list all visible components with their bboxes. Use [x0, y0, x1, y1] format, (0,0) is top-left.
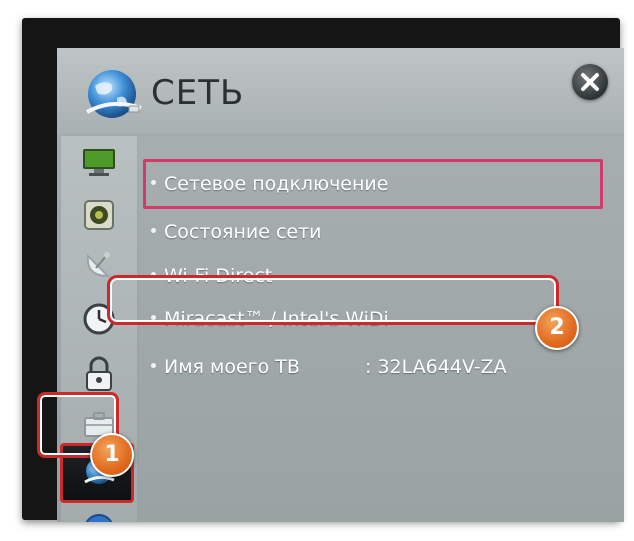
menu-item-network-connection[interactable]: Сетевое подключение: [151, 173, 388, 205]
close-icon: [581, 73, 599, 91]
monitor-icon: [83, 149, 115, 176]
sidebar-item-support[interactable]: ?: [61, 504, 137, 522]
menu-item-label: Состояние сети: [164, 221, 322, 243]
lock-icon: [86, 356, 112, 391]
speaker-icon: [84, 200, 114, 230]
bullet: [151, 363, 156, 368]
close-button[interactable]: [572, 64, 608, 100]
menu-item-network-status[interactable]: Состояние сети: [151, 221, 322, 253]
bullet: [151, 180, 156, 185]
sidebar-item-sound[interactable]: [61, 190, 137, 242]
sidebar-item-picture[interactable]: [61, 140, 137, 192]
callout-highlight-2: [107, 275, 559, 325]
step-badge-2: 2: [535, 306, 579, 350]
bullet: [151, 228, 156, 233]
tv-name-value: : 32LA644V-ZA: [365, 356, 507, 378]
network-globe-icon: [86, 70, 142, 118]
menu-item-tv-name[interactable]: Имя моего ТВ: [151, 356, 300, 388]
menu-item-label: Имя моего ТВ: [164, 356, 300, 378]
header: СЕТЬ: [57, 48, 624, 134]
page-title: СЕТЬ: [151, 73, 245, 113]
step-badge-1: 1: [90, 433, 134, 477]
help-icon: ?: [85, 514, 113, 522]
menu-item-label: Сетевое подключение: [164, 173, 389, 195]
svg-text:?: ?: [94, 519, 104, 522]
